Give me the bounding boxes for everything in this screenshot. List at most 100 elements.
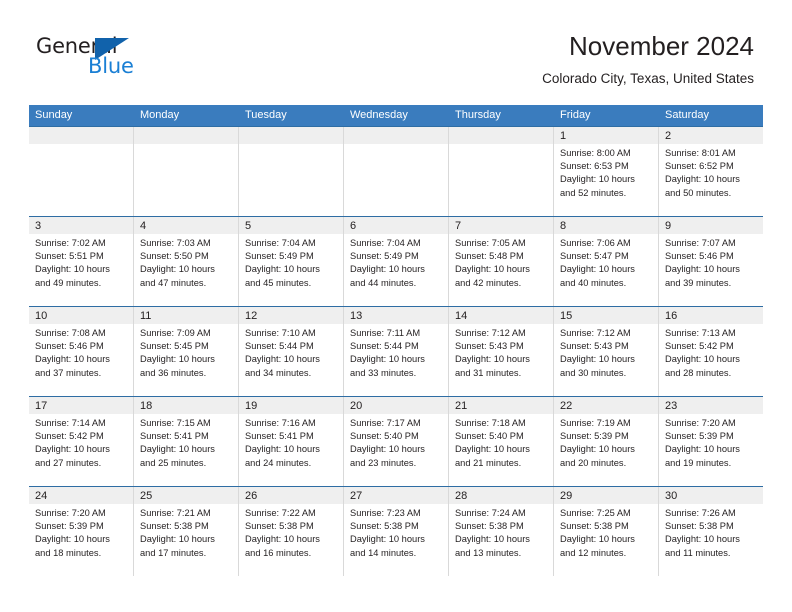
sunrise-text: Sunrise: 7:23 AM [350,508,421,518]
weekday-header-friday: Friday [554,105,659,126]
weekday-header-monday: Monday [134,105,239,126]
day-cell[interactable]: 24 Sunrise: 7:20 AM Sunset: 5:39 PM Dayl… [29,487,134,576]
sunset-text: Sunset: 5:46 PM [665,251,734,262]
day-number [344,127,448,144]
day-number: 12 [245,310,258,322]
daylight-text-line2: and 16 minutes. [245,547,312,558]
day-cell[interactable]: 18 Sunrise: 7:15 AM Sunset: 5:41 PM Dayl… [134,397,239,486]
daylight-text-line1: Daylight: 10 hours [350,354,425,365]
day-info: Sunrise: 7:21 AM Sunset: 5:38 PM Dayligh… [134,504,238,560]
day-cell[interactable]: 7 Sunrise: 7:05 AM Sunset: 5:48 PM Dayli… [449,217,554,306]
sunrise-text: Sunrise: 7:04 AM [245,238,316,248]
page-title: November 2024 [569,31,754,61]
daylight-text-line2: and 13 minutes. [455,547,522,558]
day-cell [449,127,554,216]
daylight-text-line1: Daylight: 10 hours [455,444,530,455]
daylight-text-line2: and 37 minutes. [35,367,102,378]
sunrise-text: Sunrise: 7:17 AM [350,418,421,428]
day-cell[interactable]: 13 Sunrise: 7:11 AM Sunset: 5:44 PM Dayl… [344,307,449,396]
daylight-text-line1: Daylight: 10 hours [665,354,740,365]
sunrise-text: Sunrise: 7:14 AM [35,418,106,428]
day-cell[interactable]: 12 Sunrise: 7:10 AM Sunset: 5:44 PM Dayl… [239,307,344,396]
day-cell[interactable]: 17 Sunrise: 7:14 AM Sunset: 5:42 PM Dayl… [29,397,134,486]
day-cell[interactable]: 19 Sunrise: 7:16 AM Sunset: 5:41 PM Dayl… [239,397,344,486]
daylight-text-line2: and 44 minutes. [350,277,417,288]
sunset-text: Sunset: 5:44 PM [245,341,314,352]
day-cell[interactable]: 26 Sunrise: 7:22 AM Sunset: 5:38 PM Dayl… [239,487,344,576]
day-info: Sunrise: 7:07 AM Sunset: 5:46 PM Dayligh… [659,234,763,290]
sunset-text: Sunset: 6:52 PM [665,161,734,172]
day-cell[interactable]: 14 Sunrise: 7:12 AM Sunset: 5:43 PM Dayl… [449,307,554,396]
sunset-text: Sunset: 5:47 PM [560,251,629,262]
day-info [449,144,553,147]
daylight-text-line1: Daylight: 10 hours [140,534,215,545]
day-cell[interactable]: 22 Sunrise: 7:19 AM Sunset: 5:39 PM Dayl… [554,397,659,486]
day-number: 17 [35,400,48,412]
day-number: 19 [245,400,258,412]
daylight-text-line1: Daylight: 10 hours [35,354,110,365]
day-cell[interactable]: 27 Sunrise: 7:23 AM Sunset: 5:38 PM Dayl… [344,487,449,576]
weekday-header-sunday: Sunday [29,105,134,126]
day-cell[interactable]: 23 Sunrise: 7:20 AM Sunset: 5:39 PM Dayl… [659,397,763,486]
sunset-text: Sunset: 5:43 PM [560,341,629,352]
day-cell[interactable]: 6 Sunrise: 7:04 AM Sunset: 5:49 PM Dayli… [344,217,449,306]
day-cell[interactable]: 21 Sunrise: 7:18 AM Sunset: 5:40 PM Dayl… [449,397,554,486]
day-info: Sunrise: 7:04 AM Sunset: 5:49 PM Dayligh… [239,234,343,290]
day-cell[interactable]: 16 Sunrise: 7:13 AM Sunset: 5:42 PM Dayl… [659,307,763,396]
daylight-text-line1: Daylight: 10 hours [35,444,110,455]
day-cell[interactable]: 9 Sunrise: 7:07 AM Sunset: 5:46 PM Dayli… [659,217,763,306]
day-cell[interactable]: 5 Sunrise: 7:04 AM Sunset: 5:49 PM Dayli… [239,217,344,306]
day-cell[interactable]: 10 Sunrise: 7:08 AM Sunset: 5:46 PM Dayl… [29,307,134,396]
day-info: Sunrise: 7:19 AM Sunset: 5:39 PM Dayligh… [554,414,658,470]
daylight-text-line1: Daylight: 10 hours [35,264,110,275]
day-cell[interactable]: 15 Sunrise: 7:12 AM Sunset: 5:43 PM Dayl… [554,307,659,396]
daylight-text-line2: and 30 minutes. [560,367,627,378]
day-cell[interactable]: 1 Sunrise: 8:00 AM Sunset: 6:53 PM Dayli… [554,127,659,216]
day-info: Sunrise: 7:20 AM Sunset: 5:39 PM Dayligh… [29,504,133,560]
day-info [29,144,133,147]
day-cell[interactable]: 25 Sunrise: 7:21 AM Sunset: 5:38 PM Dayl… [134,487,239,576]
general-blue-logo[interactable]: General Blue [36,36,146,82]
day-cell[interactable]: 3 Sunrise: 7:02 AM Sunset: 5:51 PM Dayli… [29,217,134,306]
daylight-text-line1: Daylight: 10 hours [245,354,320,365]
day-number [29,127,133,144]
day-info: Sunrise: 7:23 AM Sunset: 5:38 PM Dayligh… [344,504,448,560]
weekday-header-wednesday: Wednesday [344,105,449,126]
day-info: Sunrise: 7:12 AM Sunset: 5:43 PM Dayligh… [554,324,658,380]
day-number: 22 [560,400,573,412]
day-cell[interactable]: 2 Sunrise: 8:01 AM Sunset: 6:52 PM Dayli… [659,127,763,216]
day-cell[interactable]: 29 Sunrise: 7:25 AM Sunset: 5:38 PM Dayl… [554,487,659,576]
daylight-text-line2: and 19 minutes. [665,457,732,468]
sunset-text: Sunset: 5:49 PM [245,251,314,262]
day-info: Sunrise: 7:18 AM Sunset: 5:40 PM Dayligh… [449,414,553,470]
daylight-text-line2: and 52 minutes. [560,187,627,198]
day-number: 18 [140,400,153,412]
daylight-text-line2: and 42 minutes. [455,277,522,288]
day-number: 3 [35,220,42,232]
day-cell[interactable]: 4 Sunrise: 7:03 AM Sunset: 5:50 PM Dayli… [134,217,239,306]
daylight-text-line2: and 39 minutes. [665,277,732,288]
daylight-text-line2: and 18 minutes. [35,547,102,558]
day-info: Sunrise: 8:00 AM Sunset: 6:53 PM Dayligh… [554,144,658,200]
day-cell[interactable]: 28 Sunrise: 7:24 AM Sunset: 5:38 PM Dayl… [449,487,554,576]
day-cell[interactable]: 11 Sunrise: 7:09 AM Sunset: 5:45 PM Dayl… [134,307,239,396]
sunset-text: Sunset: 5:49 PM [350,251,419,262]
day-cell[interactable]: 30 Sunrise: 7:26 AM Sunset: 5:38 PM Dayl… [659,487,763,576]
sunrise-text: Sunrise: 8:01 AM [665,148,736,158]
daylight-text-line1: Daylight: 10 hours [560,174,635,185]
sunset-text: Sunset: 5:44 PM [350,341,419,352]
day-cell[interactable]: 8 Sunrise: 7:06 AM Sunset: 5:47 PM Dayli… [554,217,659,306]
sunrise-text: Sunrise: 7:22 AM [245,508,316,518]
sunset-text: Sunset: 5:41 PM [245,431,314,442]
day-number: 27 [350,490,363,502]
daylight-text-line1: Daylight: 10 hours [245,264,320,275]
sunset-text: Sunset: 5:38 PM [665,521,734,532]
sunset-text: Sunset: 5:39 PM [665,431,734,442]
day-cell[interactable]: 20 Sunrise: 7:17 AM Sunset: 5:40 PM Dayl… [344,397,449,486]
day-cell [29,127,134,216]
day-info: Sunrise: 7:06 AM Sunset: 5:47 PM Dayligh… [554,234,658,290]
sunset-text: Sunset: 5:42 PM [665,341,734,352]
sunset-text: Sunset: 5:38 PM [350,521,419,532]
sunset-text: Sunset: 5:38 PM [140,521,209,532]
daylight-text-line2: and 50 minutes. [665,187,732,198]
